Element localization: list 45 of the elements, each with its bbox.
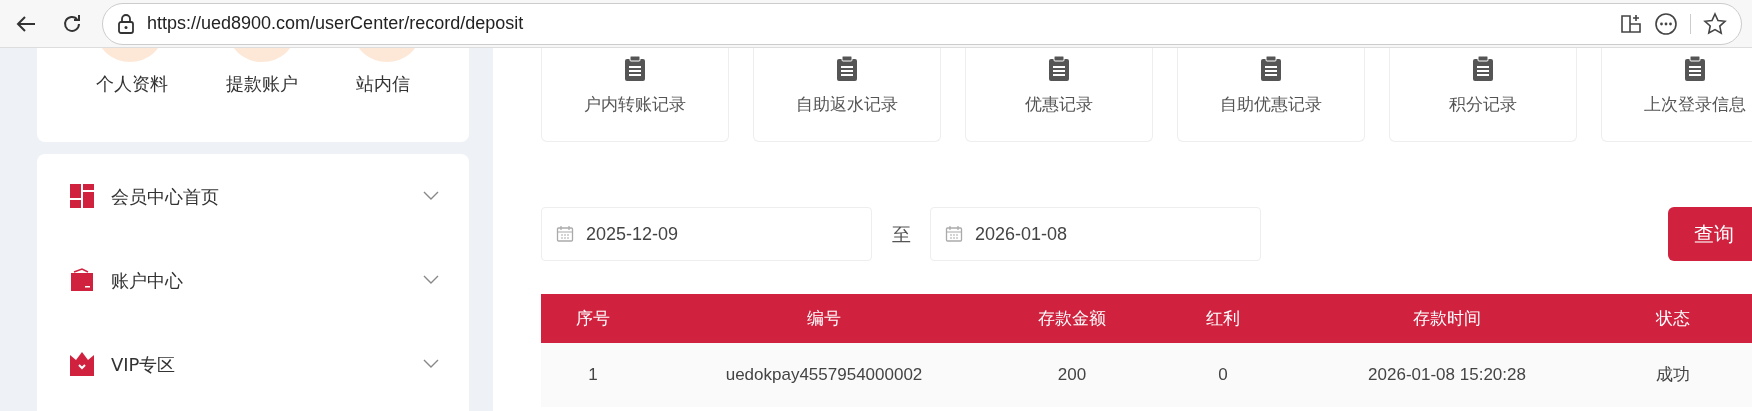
table-cell: uedokpay4557954000002 bbox=[645, 343, 1003, 407]
clipboard-icon bbox=[836, 56, 858, 82]
profile-link[interactable]: 站内信 bbox=[356, 70, 410, 98]
star-icon[interactable] bbox=[1703, 11, 1727, 36]
clipboard-icon bbox=[624, 56, 646, 82]
column-header: 编号 bbox=[645, 294, 1003, 343]
clipboard-icon bbox=[1684, 56, 1706, 82]
clipboard-icon bbox=[1048, 56, 1070, 82]
clipboard-icon bbox=[1260, 56, 1282, 82]
sidebar-item[interactable]: 会员中心首页 bbox=[69, 154, 439, 238]
table-cell: 成功 bbox=[1589, 343, 1752, 407]
record-tab[interactable]: 户内转账记录 bbox=[541, 48, 729, 142]
calendar-icon bbox=[556, 225, 574, 243]
profile-link[interactable]: 个人资料 bbox=[96, 70, 168, 98]
url-text: https://ued8900.com/userCenter/record/deposit bbox=[147, 12, 524, 35]
record-tab[interactable]: 自助优惠记录 bbox=[1177, 48, 1365, 142]
column-header: 序号 bbox=[541, 294, 645, 343]
sidebar-item[interactable]: VIP专区 bbox=[69, 322, 439, 406]
date-field[interactable]: 2026-01-08 bbox=[930, 207, 1261, 261]
separator-text: 至 bbox=[890, 221, 912, 247]
column-header: 存款时间 bbox=[1305, 294, 1589, 343]
sidebar-item[interactable]: 账户中心 bbox=[69, 238, 439, 322]
table-cell: 200 bbox=[1003, 343, 1141, 407]
dashboard-icon bbox=[69, 183, 95, 209]
record-tab[interactable]: 自助返水记录 bbox=[753, 48, 941, 142]
table-cell: 2026-01-08 15:20:28 bbox=[1305, 343, 1589, 407]
address-bar[interactable]: https://ued8900.com/userCenter/record/deposit bbox=[102, 2, 1742, 45]
more-icon[interactable] bbox=[1654, 11, 1678, 36]
crown-icon bbox=[69, 351, 95, 377]
column-header: 状态 bbox=[1589, 294, 1752, 343]
lock-icon bbox=[117, 13, 135, 34]
profile-link[interactable]: 提款账户 bbox=[226, 70, 298, 98]
record-tab[interactable]: 积分记录 bbox=[1389, 48, 1577, 142]
table-cell: 1 bbox=[541, 343, 645, 407]
column-header: 红利 bbox=[1141, 294, 1305, 343]
record-tab[interactable]: 优惠记录 bbox=[965, 48, 1153, 142]
query-button[interactable]: 查询 bbox=[1668, 207, 1752, 261]
column-header: 存款金额 bbox=[1003, 294, 1141, 343]
date-field[interactable]: 2025-12-09 bbox=[541, 207, 872, 261]
wallet-icon bbox=[69, 267, 95, 293]
table-cell: 0 bbox=[1141, 343, 1305, 407]
clipboard-icon bbox=[1472, 56, 1494, 82]
record-tab[interactable]: 上次登录信息 bbox=[1601, 48, 1752, 142]
split-screen-icon[interactable] bbox=[1620, 12, 1642, 35]
calendar-icon bbox=[945, 225, 963, 243]
